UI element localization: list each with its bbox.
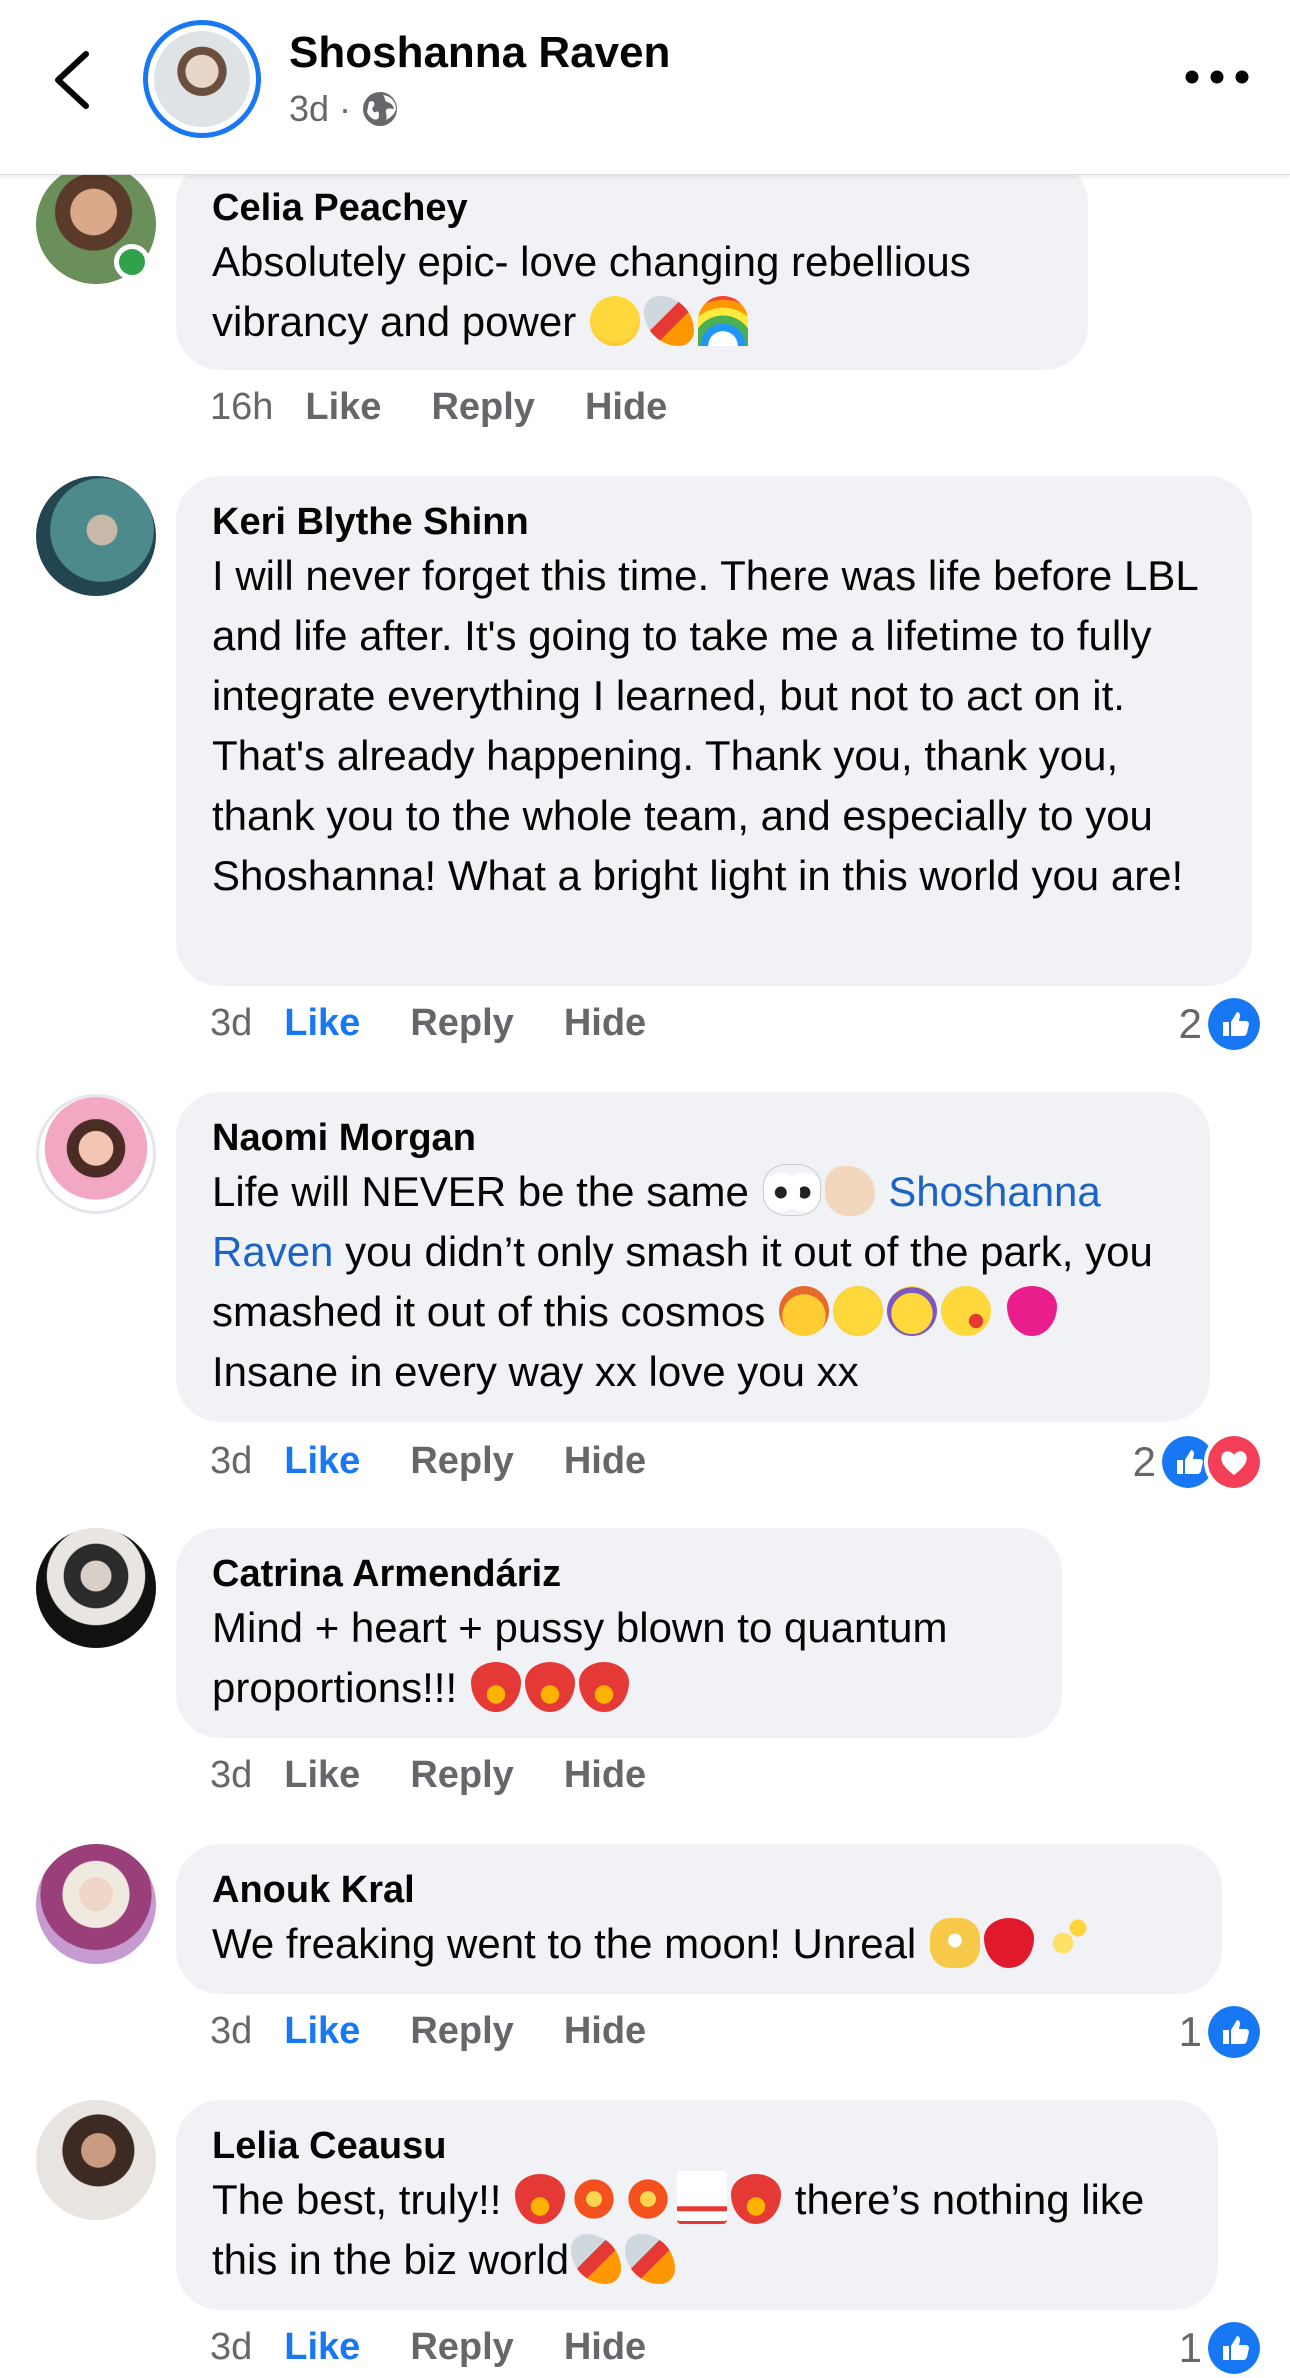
post-header: Shoshanna Raven 3d · [0,0,1290,175]
comment-text: The best, truly!! there’s nothing like t… [212,2170,1182,2290]
like-button[interactable]: Like [284,1754,360,1797]
comment-time[interactable]: 3d [210,1754,252,1797]
comment-actions: 16h Like Reply Hide [210,386,717,429]
comment-actions: 3d Like Reply Hide [210,2010,696,2053]
comment-actions: 3d Like Reply Hide [210,1002,696,1045]
author-name[interactable]: Shoshanna Raven [289,28,670,78]
back-arrow-icon[interactable] [48,50,98,110]
love-reaction-icon [1204,1432,1264,1492]
heart-on-fire-icon [515,2174,566,2224]
like-button[interactable]: Like [284,1002,360,1045]
like-button[interactable]: Like [284,2010,360,2053]
eyes-icon [762,1164,821,1216]
reply-button[interactable]: Reply [410,2010,513,2053]
heart-on-fire-icon [470,1662,521,1712]
reply-button[interactable]: Reply [410,1002,513,1045]
winking-face-with-tongue-icon [589,296,640,346]
more-options-icon[interactable] [1182,62,1252,92]
meta-separator: · [339,88,352,129]
heart-hands-icon [929,1918,980,1968]
comment-author[interactable]: Catrina Armendáriz [212,1550,1026,1598]
comment-bubble: Celia Peachey Absolutely epic- love chan… [176,160,1088,370]
like-button[interactable]: Like [284,1440,360,1483]
comment-author[interactable]: Lelia Ceausu [212,2122,1182,2170]
comment-bubble: Naomi Morgan Life will NEVER be the same… [176,1092,1210,1422]
commenter-avatar[interactable] [36,1528,156,1648]
comment-bubble: Keri Blythe Shinn I will never forget th… [176,476,1252,986]
hide-button[interactable]: Hide [564,2010,646,2053]
red-heart-icon [983,1918,1034,1968]
comment-text: We freaking went to the moon! Unreal [212,1914,1186,1974]
face-blowing-kiss-icon [940,1286,991,1336]
commenter-avatar[interactable] [36,1094,156,1214]
comment-author[interactable]: Naomi Morgan [212,1114,1174,1162]
reaction-summary[interactable]: 2 [1133,1432,1264,1492]
author-avatar[interactable] [143,20,261,138]
comment-actions: 3d Like Reply Hide [210,1440,696,1483]
reaction-count: 2 [1178,1000,1202,1047]
like-reaction-icon [1204,2318,1264,2378]
reply-button[interactable]: Reply [410,1754,513,1797]
hide-button[interactable]: Hide [564,1002,646,1045]
collision-icon [623,2174,674,2224]
reaction-summary[interactable]: 2 [1179,994,1264,1054]
rocket-icon [625,2234,676,2284]
comment-time[interactable]: 16h [210,386,273,429]
pinching-hand-icon [824,1166,875,1216]
comment-actions: 3d Like Reply Hide [210,1754,696,1797]
exploding-head-icon [778,1286,829,1336]
reaction-summary[interactable]: 1 [1179,2002,1264,2062]
hide-button[interactable]: Hide [585,386,667,429]
like-reaction-icon [1204,994,1264,1054]
comment-bubble: Lelia Ceausu The best, truly!! there’s n… [176,2100,1218,2310]
post-time[interactable]: 3d [289,88,329,130]
sparkles-icon [1037,1918,1088,1968]
heart-on-fire-icon [731,2174,782,2224]
comment-bubble: Anouk Kral We freaking went to the moon!… [176,1844,1222,1994]
reaction-count: 2 [1132,1438,1156,1485]
comment-time[interactable]: 3d [210,2010,252,2053]
commenter-avatar[interactable] [36,2100,156,2220]
comment-text: Life will NEVER be the same Shoshanna Ra… [212,1162,1174,1402]
comment-text: Absolutely epic- love changing rebelliou… [212,238,971,346]
comment-author[interactable]: Keri Blythe Shinn [212,498,1216,546]
post-meta: 3d · [289,88,399,130]
comment-time[interactable]: 3d [210,1440,252,1483]
hide-button[interactable]: Hide [564,1754,646,1797]
hide-button[interactable]: Hide [564,1440,646,1483]
comment-author[interactable]: Anouk Kral [212,1866,1186,1914]
collision-icon [569,2174,620,2224]
like-reaction-icon [1204,2002,1264,2062]
reaction-count: 1 [1178,2324,1202,2371]
like-button[interactable]: Like [305,386,381,429]
reaction-summary[interactable]: 1 [1179,2318,1264,2378]
online-status-dot [114,244,150,280]
comment-text: Mind + heart + pussy blown to quantum pr… [212,1604,948,1712]
reply-button[interactable]: Reply [410,1440,513,1483]
rocket-icon [571,2234,622,2284]
comment-bubble: Catrina Armendáriz Mind + heart + pussy … [176,1528,1062,1738]
comment-time[interactable]: 3d [210,1002,252,1045]
heart-on-fire-icon [524,1662,575,1712]
reply-button[interactable]: Reply [431,386,534,429]
hundred-points-icon [677,2171,728,2224]
star-struck-icon [832,1286,883,1336]
partying-face-icon [886,1286,937,1336]
rocket-icon [643,296,694,346]
reaction-count: 1 [1178,2008,1202,2055]
commenter-avatar[interactable] [36,476,156,596]
growing-heart-icon [1006,1286,1057,1336]
comment-author[interactable]: Celia Peachey [212,184,1052,232]
comment-text: I will never forget this time. There was… [212,552,1198,899]
rainbow-icon [697,296,748,346]
globe-icon [363,92,398,126]
commenter-avatar[interactable] [36,1844,156,1964]
heart-on-fire-icon [578,1662,629,1712]
